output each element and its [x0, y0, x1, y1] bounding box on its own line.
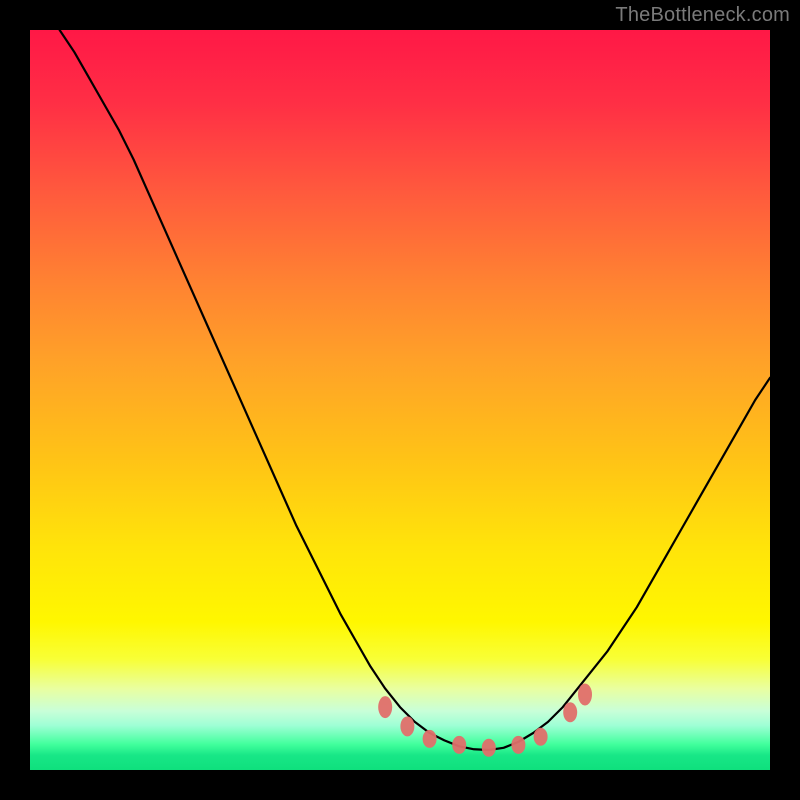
valley-marker-7 [563, 702, 577, 722]
valley-marker-2 [423, 730, 437, 748]
plot-area [30, 30, 770, 770]
curve-line [60, 30, 770, 750]
chart-frame: TheBottleneck.com [0, 0, 800, 800]
valley-marker-8 [578, 684, 592, 706]
valley-marker-1 [400, 716, 414, 736]
valley-marker-3 [452, 736, 466, 754]
valley-marker-6 [534, 728, 548, 746]
valley-marker-4 [482, 739, 496, 757]
watermark-text: TheBottleneck.com [615, 4, 790, 27]
bottleneck-curve-chart [30, 30, 770, 770]
valley-marker-5 [511, 736, 525, 754]
valley-marker-0 [378, 696, 392, 718]
